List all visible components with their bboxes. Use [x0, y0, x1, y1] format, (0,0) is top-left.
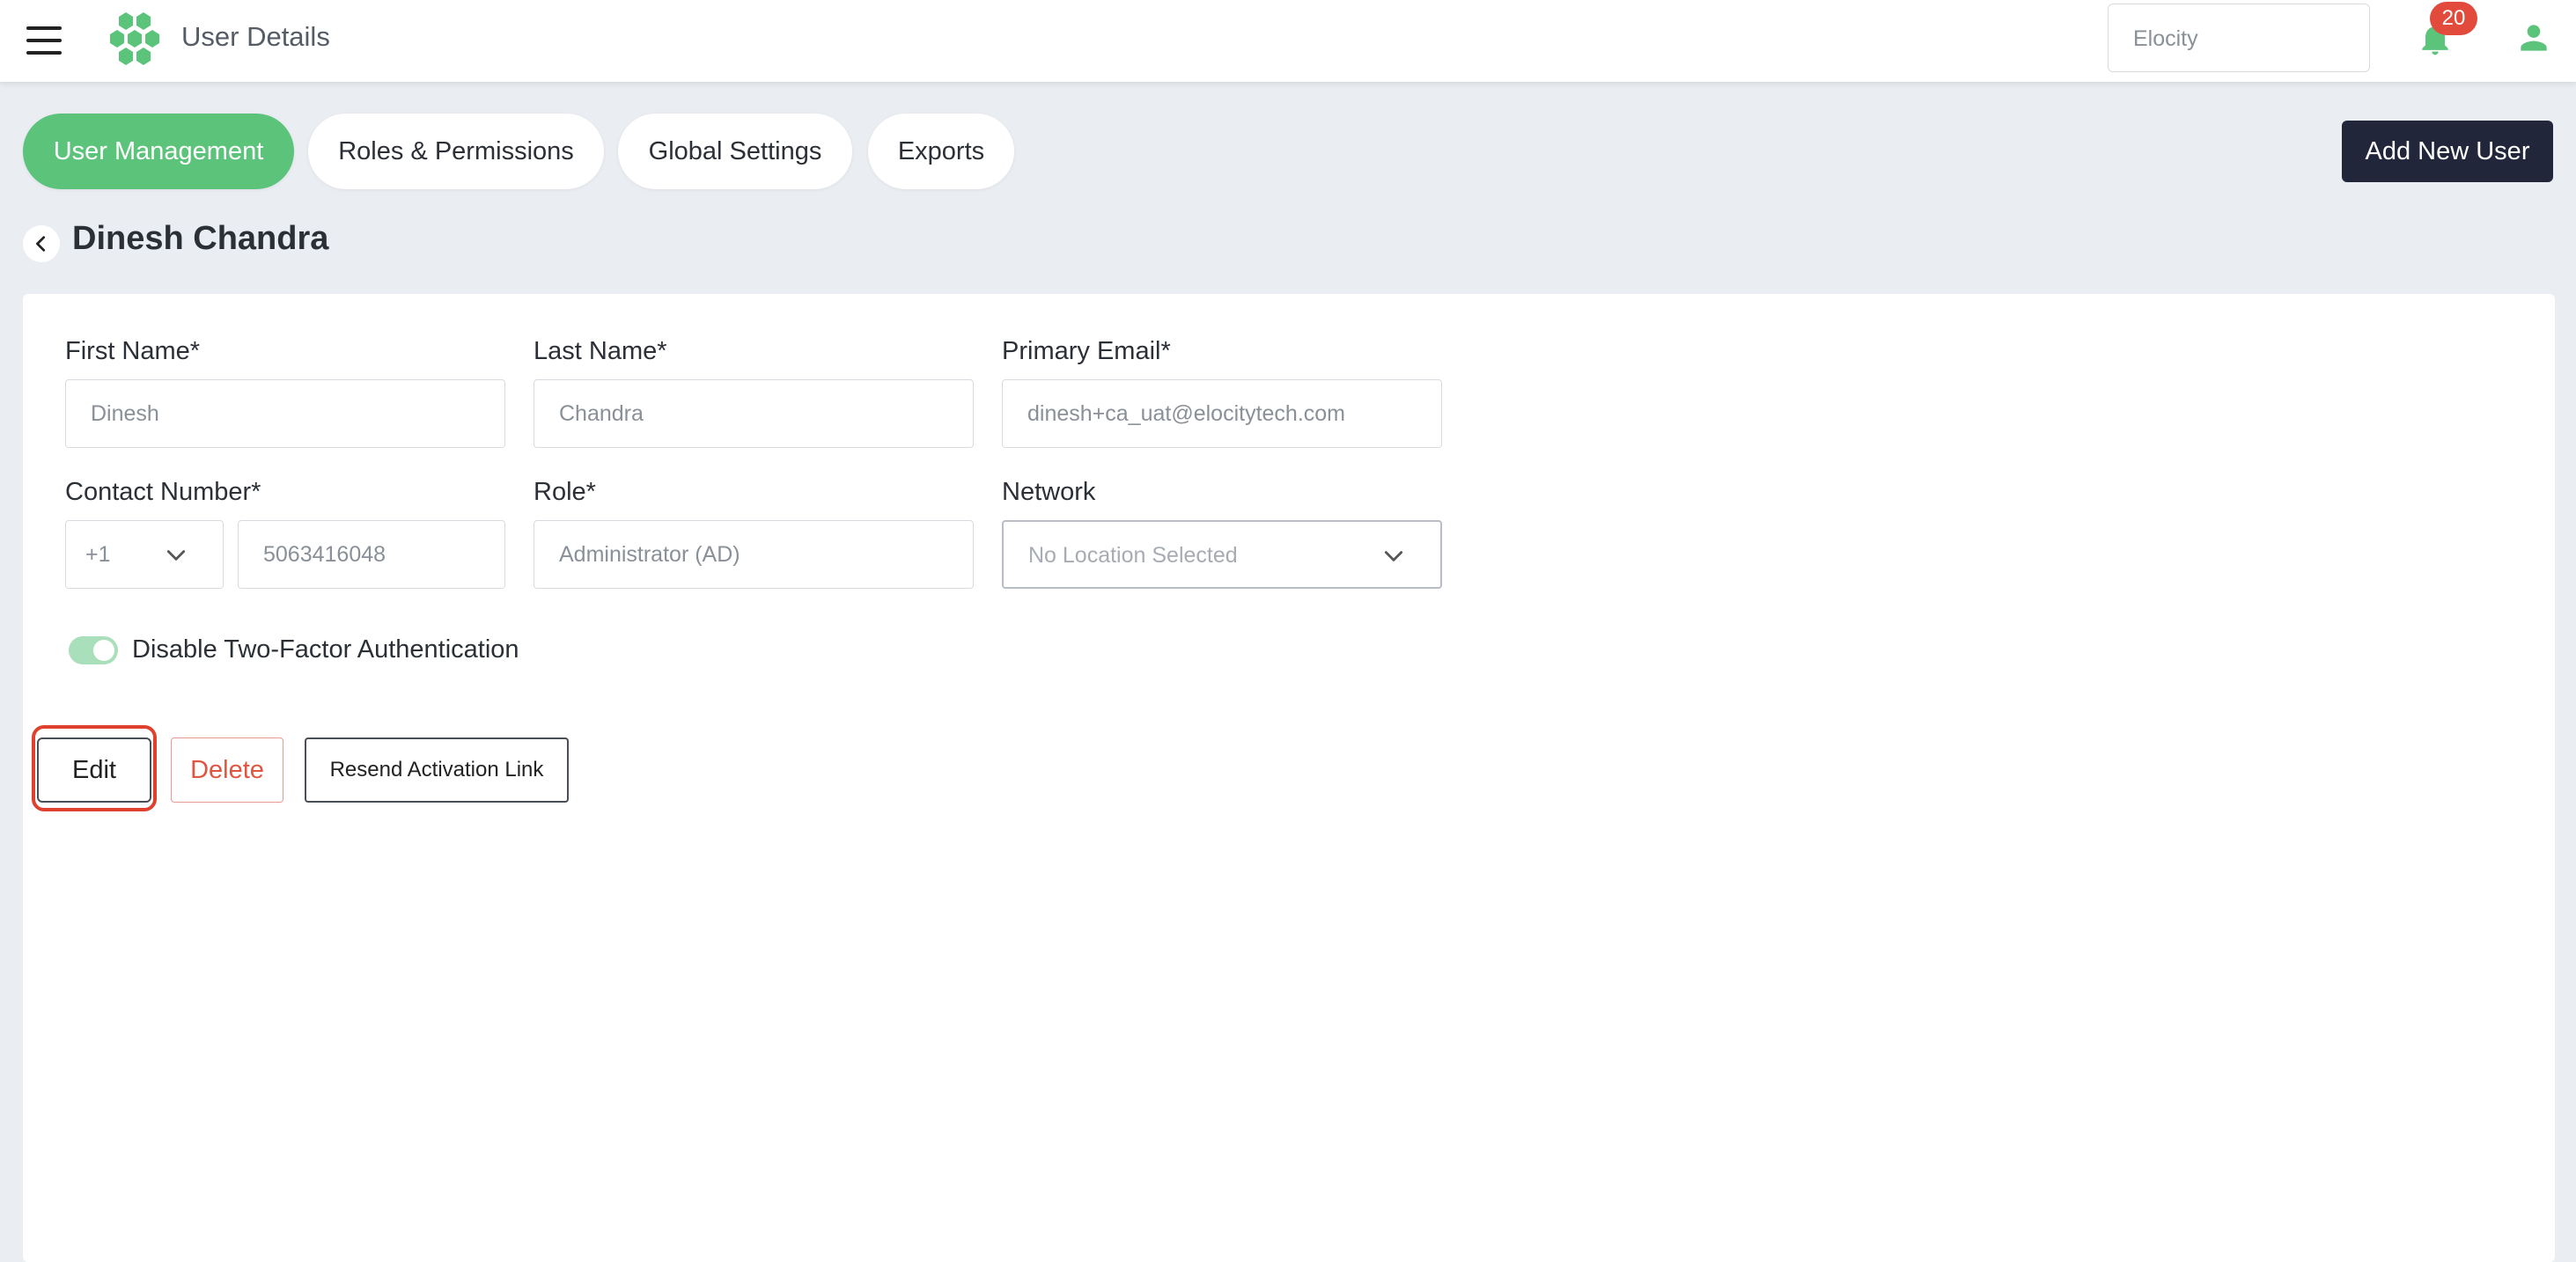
role-label: Role* [534, 478, 596, 506]
network-select[interactable]: No Location Selected [1002, 520, 1442, 589]
first-name-field[interactable]: Dinesh [65, 379, 505, 448]
toggle-knob [93, 640, 114, 661]
edit-button[interactable]: Edit [37, 737, 151, 803]
page-title: Dinesh Chandra [72, 220, 329, 257]
page-header-title: User Details [181, 21, 330, 52]
resend-activation-link-button[interactable]: Resend Activation Link [305, 737, 569, 803]
country-code-select[interactable]: +1 [65, 520, 224, 589]
two-factor-label: Disable Two-Factor Authentication [132, 635, 519, 664]
delete-button[interactable]: Delete [171, 737, 283, 803]
two-factor-toggle[interactable] [69, 636, 118, 664]
tab-exports[interactable]: Exports [868, 114, 1014, 189]
primary-email-field[interactable]: dinesh+ca_uat@elocitytech.com [1002, 379, 1442, 448]
contact-number-label: Contact Number* [65, 478, 261, 506]
organization-selector[interactable]: Elocity [2108, 4, 2370, 72]
role-field[interactable]: Administrator (AD) [534, 520, 974, 589]
network-placeholder: No Location Selected [1028, 543, 1238, 568]
chevron-down-icon [166, 550, 186, 561]
back-button[interactable] [23, 225, 60, 262]
last-name-field[interactable]: Chandra [534, 379, 974, 448]
first-name-label: First Name* [65, 337, 201, 365]
user-profile-icon[interactable] [2514, 18, 2553, 58]
add-new-user-button[interactable]: Add New User [2342, 121, 2553, 182]
primary-email-label: Primary Email* [1002, 337, 1171, 365]
contact-number-field[interactable]: 5063416048 [238, 520, 505, 589]
chevron-left-icon [36, 236, 46, 252]
notification-count-badge: 20 [2430, 2, 2477, 35]
country-code-value: +1 [85, 542, 111, 567]
tab-roles-permissions[interactable]: Roles & Permissions [308, 114, 604, 189]
network-label: Network [1002, 478, 1096, 506]
chevron-down-icon [1384, 551, 1403, 561]
hexagon-logo-icon [110, 12, 159, 65]
tab-global-settings[interactable]: Global Settings [618, 114, 852, 189]
tab-user-management[interactable]: User Management [23, 114, 294, 189]
top-header: User Details Elocity 20 [0, 0, 2576, 82]
last-name-label: Last Name* [534, 337, 667, 365]
hamburger-menu-icon[interactable] [26, 26, 62, 55]
